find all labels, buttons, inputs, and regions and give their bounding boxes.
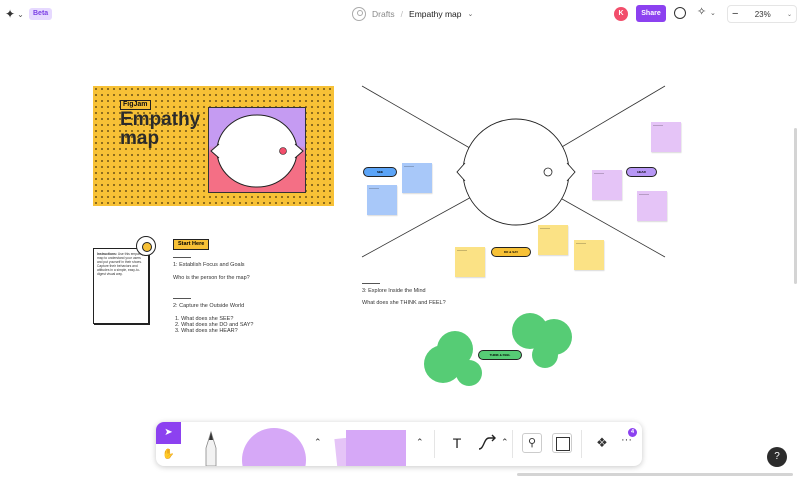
- hand-tool-button[interactable]: ✋: [156, 444, 181, 466]
- notification-badge: 4: [628, 428, 637, 437]
- sticky-note[interactable]: [538, 225, 568, 255]
- step-3-heading[interactable]: 3: Explore Inside the Mind: [362, 288, 426, 295]
- text-icon: T: [452, 435, 462, 451]
- templates-button[interactable]: [552, 433, 572, 453]
- chevron-up-icon[interactable]: ⌃: [314, 437, 322, 448]
- ai-sparkle-icon[interactable]: ✧: [697, 5, 706, 18]
- chevron-down-icon[interactable]: ⌄: [710, 9, 716, 17]
- chevron-down-icon[interactable]: ⌄: [787, 11, 792, 18]
- think-feel-label[interactable]: THINK & FEEL: [478, 350, 522, 360]
- figma-logo-icon: ✦: [5, 7, 16, 21]
- plugins-icon: ❖: [596, 435, 608, 450]
- top-bar: ✦ ⌄ Beta Drafts / Empathy map ⌄ K Share …: [0, 0, 800, 29]
- instructions-avatar-icon: [136, 236, 156, 256]
- main-menu-button[interactable]: ✦ ⌄: [5, 7, 25, 21]
- zoom-control: − 23% ⌄: [727, 5, 797, 23]
- sticky-note[interactable]: [367, 185, 397, 215]
- canvas[interactable]: FigJam Empathy map Instructions: Use thi…: [0, 29, 800, 480]
- divider: [362, 283, 380, 284]
- instructions-card[interactable]: Instructions: Use this empathy map to un…: [93, 248, 149, 324]
- chevron-up-icon[interactable]: ⌃: [416, 437, 424, 448]
- divider: [173, 257, 191, 258]
- step-2-heading[interactable]: 2: Capture the Outside World: [173, 303, 244, 310]
- vertical-scrollbar[interactable]: [794, 128, 797, 284]
- green-shape[interactable]: [532, 342, 558, 368]
- text-tool-button[interactable]: T: [448, 434, 466, 452]
- banner-head-illustration: [208, 107, 306, 193]
- sticky-note[interactable]: [592, 170, 622, 200]
- share-button[interactable]: Share: [636, 5, 666, 22]
- breadcrumb: Drafts / Empathy map ⌄: [352, 6, 473, 22]
- head-profile-icon: [456, 118, 576, 226]
- sticky-note-tool-button[interactable]: [346, 430, 406, 466]
- select-tool-button[interactable]: ➤: [156, 422, 181, 444]
- user-avatar[interactable]: K: [614, 7, 628, 21]
- zoom-out-icon[interactable]: −: [732, 8, 738, 20]
- start-here-label[interactable]: Start Here: [173, 239, 210, 250]
- chevron-down-icon[interactable]: ⌄: [468, 10, 474, 18]
- sticky-note[interactable]: [402, 163, 432, 193]
- stamp-tool-button[interactable]: ⚲: [522, 433, 542, 453]
- zoom-level[interactable]: 23%: [755, 10, 771, 19]
- widgets-button[interactable]: ❖: [592, 433, 612, 453]
- sticky-note[interactable]: [651, 122, 681, 152]
- sticky-note[interactable]: [455, 247, 485, 277]
- marker-tool-icon[interactable]: [198, 428, 224, 466]
- step-3-question[interactable]: What does she THINK and FEEL?: [362, 300, 446, 307]
- help-button[interactable]: ?: [767, 447, 787, 467]
- hand-icon: ✋: [162, 449, 175, 460]
- breadcrumb-separator: /: [400, 9, 404, 19]
- do-say-label[interactable]: DO & SAY: [491, 247, 531, 257]
- beta-badge: Beta: [29, 8, 53, 20]
- toolbar-divider: [512, 430, 513, 458]
- owner-avatar-icon[interactable]: [352, 7, 366, 21]
- horizontal-scrollbar[interactable]: [517, 473, 793, 476]
- sticky-note[interactable]: [637, 191, 667, 221]
- toolbar-divider: [581, 430, 582, 458]
- step-1-heading[interactable]: 1: Establish Focus and Goals: [173, 262, 245, 269]
- green-shape[interactable]: [456, 360, 482, 386]
- bottom-toolbar: ➤ ✋ ⌃ ⌃ T ⌃ ⚲ ❖ ··· 4: [156, 422, 642, 466]
- file-title[interactable]: Empathy map: [409, 9, 461, 19]
- step-1-question[interactable]: Who is the person for the map?: [173, 275, 250, 282]
- chevron-down-icon: ⌄: [17, 9, 24, 19]
- toolbar-divider: [434, 430, 435, 458]
- banner-title: Empathy map: [120, 109, 201, 149]
- comment-icon[interactable]: [674, 7, 686, 19]
- breadcrumb-drafts[interactable]: Drafts: [372, 9, 395, 19]
- chevron-up-icon[interactable]: ⌃: [501, 437, 509, 448]
- shape-tool-button[interactable]: [242, 428, 306, 466]
- connector-tool-icon[interactable]: [476, 432, 498, 454]
- step-2-item[interactable]: 3. What does she HEAR?: [175, 328, 238, 335]
- cursor-arrow-icon: ➤: [164, 427, 173, 438]
- stamp-icon: ⚲: [527, 437, 537, 449]
- see-label[interactable]: SEE: [363, 167, 397, 177]
- hear-label[interactable]: HEAR: [626, 167, 657, 177]
- instructions-text: Use this empathy map to understand your …: [97, 252, 144, 276]
- sticky-note[interactable]: [574, 240, 604, 270]
- head-profile-icon: [210, 114, 304, 188]
- divider: [173, 298, 191, 299]
